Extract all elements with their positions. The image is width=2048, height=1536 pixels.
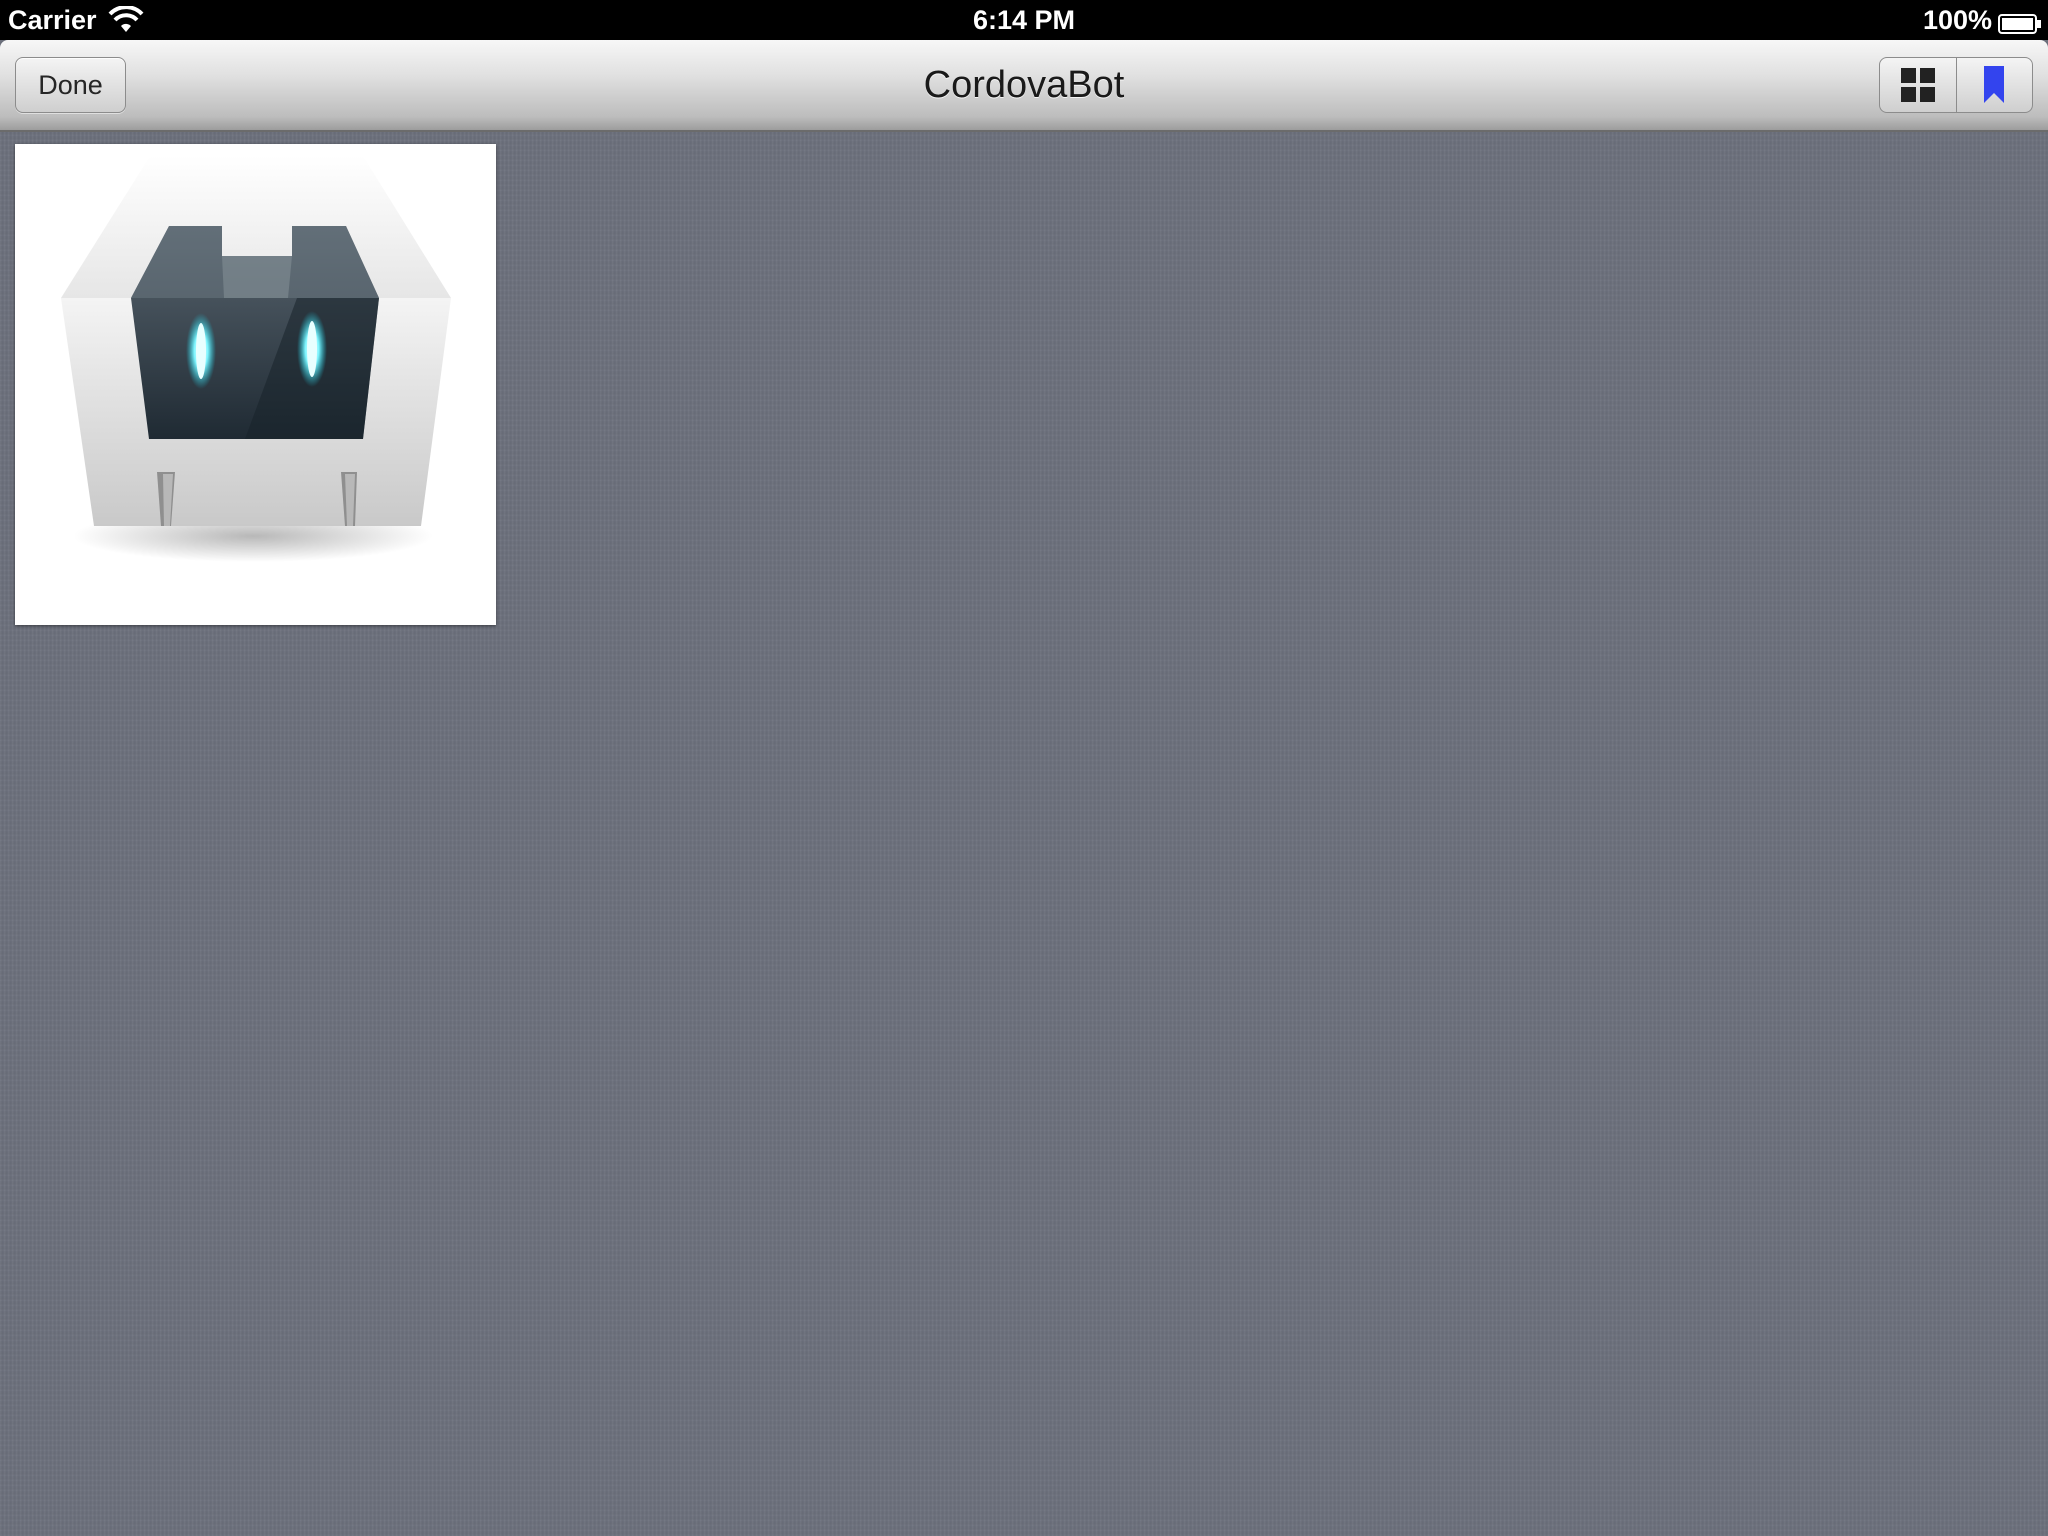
page-title: CordovaBot [923, 64, 1125, 106]
status-bar: Carrier 6:14 PM 100% [0, 0, 2048, 40]
navigation-bar: Done CordovaBot [0, 40, 2048, 132]
status-time: 6:14 PM [972, 5, 1076, 35]
battery-percent: 100% [1922, 5, 1992, 35]
thumbnail-grid [0, 132, 2048, 1536]
grid-view-segment[interactable] [1880, 58, 1956, 112]
page-thumbnail[interactable] [15, 144, 496, 625]
grid-icon [1900, 68, 1935, 102]
bookmarks-segment[interactable] [1955, 58, 2033, 112]
bookmark-icon [1984, 66, 2005, 103]
screen: Carrier 6:14 PM 100% Done CordovaBot [0, 0, 2048, 1536]
battery-icon [1998, 10, 2042, 34]
cordova-bot-logo-image [61, 156, 451, 562]
view-mode-segmented-control [1879, 57, 2033, 113]
